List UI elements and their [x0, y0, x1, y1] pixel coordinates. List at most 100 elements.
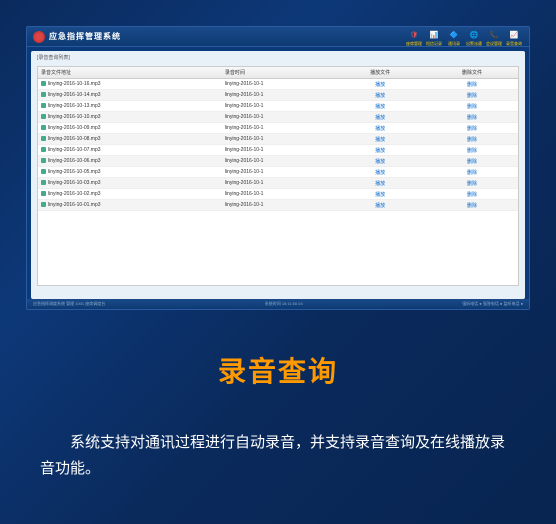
bars-icon: 📊 [427, 28, 441, 42]
status-right: 强拆电话 ● 强答电话 ● 监听电话 ● [462, 301, 523, 307]
app-header: 应急指挥管理系统 🛡座席管理📊短信记录🔷通讯录🌐出警派遣📞会议管理📈录音查询 [27, 27, 529, 47]
chart-icon: 📈 [507, 28, 521, 42]
col-header-play[interactable]: 播放文件 [334, 67, 426, 79]
play-button[interactable]: 播放 [334, 156, 426, 167]
status-center: 系统时间 15:11:50.04 [265, 301, 303, 307]
cell-file-address: linying-2016-10-13.mp3 [38, 101, 222, 112]
cell-time: linying-2016-10-1 [222, 101, 334, 112]
toolbar-label: 座席管理 [406, 42, 422, 46]
toolbar-button-globe[interactable]: 🌐出警派遣 [465, 28, 483, 46]
delete-button[interactable]: 删除 [426, 112, 518, 123]
table-row[interactable]: linying-2016-10-10.mp3linying-2016-10-1播… [38, 112, 518, 123]
app-logo-icon [33, 31, 45, 43]
cell-file-address: linying-2016-10-14.mp3 [38, 90, 222, 101]
cell-file-address: linying-2016-10-05.mp3 [38, 167, 222, 178]
delete-button[interactable]: 删除 [426, 156, 518, 167]
cell-time: linying-2016-10-1 [222, 123, 334, 134]
audio-file-icon [41, 158, 46, 163]
delete-button[interactable]: 删除 [426, 134, 518, 145]
delete-button[interactable]: 删除 [426, 79, 518, 90]
col-header-delete[interactable]: 删除文件 [426, 67, 518, 79]
cell-time: linying-2016-10-1 [222, 79, 334, 90]
audio-file-icon [41, 114, 46, 119]
recordings-table-wrap: 录音文件地址 录音时间 播放文件 删除文件 linying-2016-10-16… [37, 66, 519, 286]
table-row[interactable]: linying-2016-10-05.mp3linying-2016-10-1播… [38, 167, 518, 178]
shield-icon: 🛡 [407, 28, 421, 42]
delete-button[interactable]: 删除 [426, 167, 518, 178]
table-row[interactable]: linying-2016-10-09.mp3linying-2016-10-1播… [38, 123, 518, 134]
cell-time: linying-2016-10-1 [222, 90, 334, 101]
play-button[interactable]: 播放 [334, 123, 426, 134]
slide-description: 系统支持对通讯过程进行自动录音，并支持录音查询及在线播放录音功能。 [40, 430, 516, 481]
cell-time: linying-2016-10-1 [222, 178, 334, 189]
app-window: 应急指挥管理系统 🛡座席管理📊短信记录🔷通讯录🌐出警派遣📞会议管理📈录音查询 [… [26, 26, 530, 310]
cell-time: linying-2016-10-1 [222, 145, 334, 156]
play-button[interactable]: 播放 [334, 200, 426, 211]
play-button[interactable]: 播放 [334, 112, 426, 123]
cell-file-address: linying-2016-10-10.mp3 [38, 112, 222, 123]
table-row[interactable]: linying-2016-10-08.mp3linying-2016-10-1播… [38, 134, 518, 145]
cell-file-address: linying-2016-10-01.mp3 [38, 200, 222, 211]
play-button[interactable]: 播放 [334, 79, 426, 90]
header-toolbar: 🛡座席管理📊短信记录🔷通讯录🌐出警派遣📞会议管理📈录音查询 [405, 28, 523, 46]
audio-file-icon [41, 169, 46, 174]
play-button[interactable]: 播放 [334, 189, 426, 200]
toolbar-button-badge[interactable]: 🔷通讯录 [445, 28, 463, 46]
table-header-row: 录音文件地址 录音时间 播放文件 删除文件 [38, 67, 518, 79]
cell-time: linying-2016-10-1 [222, 112, 334, 123]
table-row[interactable]: linying-2016-10-16.mp3linying-2016-10-1播… [38, 79, 518, 90]
audio-file-icon [41, 147, 46, 152]
breadcrumb: [录音查询列表] [31, 51, 525, 64]
play-button[interactable]: 播放 [334, 167, 426, 178]
cell-time: linying-2016-10-1 [222, 167, 334, 178]
delete-button[interactable]: 删除 [426, 101, 518, 112]
status-bar: 应急指挥调度系统 管理 1001 座席调度台 系统时间 15:11:50.04 … [27, 299, 529, 309]
badge-icon: 🔷 [447, 28, 461, 42]
content-area: [录音查询列表] 录音文件地址 录音时间 播放文件 删除文件 linying-2… [31, 51, 525, 299]
audio-file-icon [41, 103, 46, 108]
globe-icon: 🌐 [467, 28, 481, 42]
delete-button[interactable]: 删除 [426, 145, 518, 156]
delete-button[interactable]: 删除 [426, 189, 518, 200]
cell-file-address: linying-2016-10-06.mp3 [38, 156, 222, 167]
delete-button[interactable]: 删除 [426, 200, 518, 211]
audio-file-icon [41, 92, 46, 97]
table-row[interactable]: linying-2016-10-07.mp3linying-2016-10-1播… [38, 145, 518, 156]
table-row[interactable]: linying-2016-10-01.mp3linying-2016-10-1播… [38, 200, 518, 211]
toolbar-label: 短信记录 [426, 42, 442, 46]
cell-file-address: linying-2016-10-07.mp3 [38, 145, 222, 156]
delete-button[interactable]: 删除 [426, 123, 518, 134]
play-button[interactable]: 播放 [334, 90, 426, 101]
delete-button[interactable]: 删除 [426, 90, 518, 101]
cell-time: linying-2016-10-1 [222, 134, 334, 145]
cell-time: linying-2016-10-1 [222, 156, 334, 167]
cell-file-address: linying-2016-10-09.mp3 [38, 123, 222, 134]
play-button[interactable]: 播放 [334, 101, 426, 112]
toolbar-button-phone[interactable]: 📞会议管理 [485, 28, 503, 46]
cell-time: linying-2016-10-1 [222, 189, 334, 200]
table-row[interactable]: linying-2016-10-02.mp3linying-2016-10-1播… [38, 189, 518, 200]
toolbar-button-bars[interactable]: 📊短信记录 [425, 28, 443, 46]
col-header-address[interactable]: 录音文件地址 [38, 67, 222, 79]
col-header-time[interactable]: 录音时间 [222, 67, 334, 79]
play-button[interactable]: 播放 [334, 134, 426, 145]
delete-button[interactable]: 删除 [426, 178, 518, 189]
table-row[interactable]: linying-2016-10-14.mp3linying-2016-10-1播… [38, 90, 518, 101]
table-row[interactable]: linying-2016-10-13.mp3linying-2016-10-1播… [38, 101, 518, 112]
app-title: 应急指挥管理系统 [49, 31, 405, 42]
audio-file-icon [41, 180, 46, 185]
toolbar-label: 录音查询 [506, 42, 522, 46]
cell-time: linying-2016-10-1 [222, 200, 334, 211]
cell-file-address: linying-2016-10-16.mp3 [38, 79, 222, 90]
play-button[interactable]: 播放 [334, 178, 426, 189]
toolbar-button-shield[interactable]: 🛡座席管理 [405, 28, 423, 46]
toolbar-label: 出警派遣 [466, 42, 482, 46]
cell-file-address: linying-2016-10-08.mp3 [38, 134, 222, 145]
toolbar-button-chart[interactable]: 📈录音查询 [505, 28, 523, 46]
toolbar-label: 通讯录 [448, 42, 460, 46]
table-row[interactable]: linying-2016-10-06.mp3linying-2016-10-1播… [38, 156, 518, 167]
audio-file-icon [41, 202, 46, 207]
table-row[interactable]: linying-2016-10-03.mp3linying-2016-10-1播… [38, 178, 518, 189]
play-button[interactable]: 播放 [334, 145, 426, 156]
recordings-table: 录音文件地址 录音时间 播放文件 删除文件 linying-2016-10-16… [38, 67, 518, 211]
